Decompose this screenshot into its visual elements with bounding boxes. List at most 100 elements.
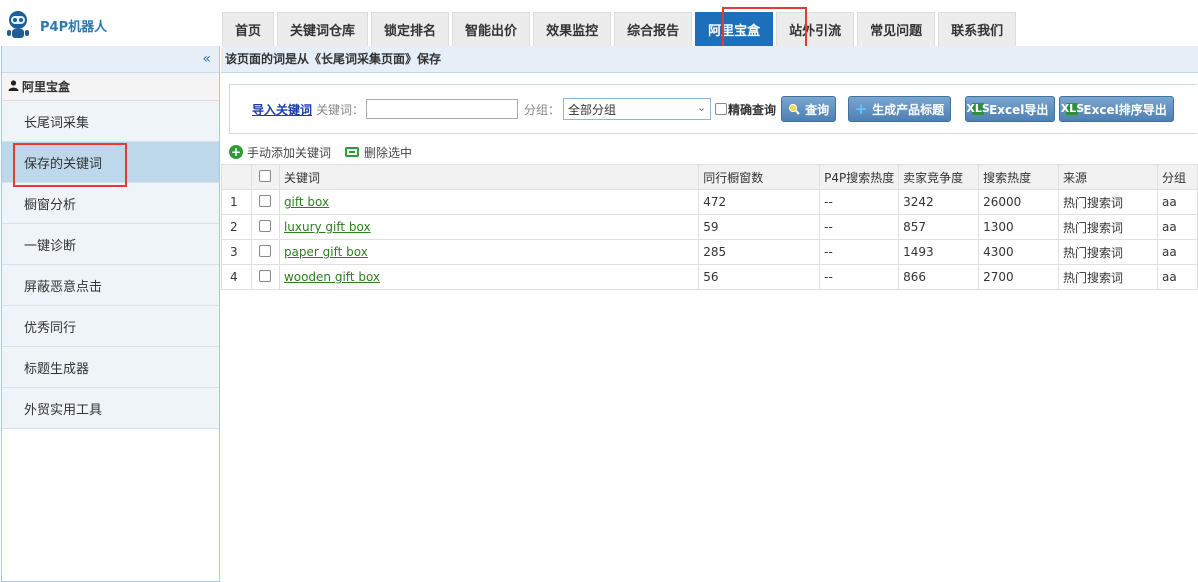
- collapse-icon[interactable]: «: [202, 51, 211, 67]
- sidebar-item-6[interactable]: 标题生成器: [2, 347, 219, 388]
- sidebar-item-1[interactable]: 保存的关键词: [2, 142, 219, 183]
- row-select-cell: [250, 214, 280, 240]
- nav-tab-3[interactable]: 智能出价: [452, 12, 531, 46]
- nav-tab-4[interactable]: 效果监控: [533, 12, 612, 46]
- row-index: 2: [221, 214, 252, 240]
- info-bar: 该页面的词是从《长尾词采集页面》保存: [221, 46, 1198, 73]
- table-row: 1 gift box 472 -- 3242 26000 热门搜索词 aa: [221, 189, 1198, 215]
- row-index: 1: [221, 189, 252, 215]
- keyword-cell: paper gift box: [278, 239, 700, 265]
- add-icon: +: [229, 145, 243, 159]
- excel-icon: XLS: [1060, 102, 1085, 115]
- nav-tab-2[interactable]: 锁定排名: [371, 12, 450, 46]
- cell-windows: 285: [698, 239, 821, 265]
- keyword-link[interactable]: paper gift box: [284, 245, 368, 259]
- sidebar-item-label: 橱窗分析: [24, 197, 77, 213]
- cell-heat: 1300: [978, 214, 1060, 240]
- logo-text: P4P机器人: [40, 19, 108, 35]
- row-select-cell: [250, 264, 280, 290]
- sidebar-item-label: 保存的关键词: [24, 156, 103, 172]
- row-checkbox[interactable]: [259, 269, 272, 282]
- cell-group: aa: [1156, 189, 1198, 215]
- nav-tab-5[interactable]: 综合报告: [614, 12, 693, 46]
- table-header-row: 关键词 同行橱窗数 P4P搜索热度 卖家竞争度 搜索热度 来源 分组: [221, 164, 1198, 190]
- cell-competition: 3242: [898, 189, 980, 215]
- sidebar-item-label: 优秀同行: [24, 320, 77, 336]
- add-keyword-button[interactable]: + 手动添加关键词: [229, 144, 331, 161]
- row-select-cell: [250, 189, 280, 215]
- row-checkbox[interactable]: [259, 219, 272, 232]
- header-windows[interactable]: 同行橱窗数: [698, 164, 821, 190]
- row-select-cell: [250, 239, 280, 265]
- excel-export-button[interactable]: XLS Excel导出: [965, 96, 1056, 122]
- cell-p4p: --: [819, 264, 900, 290]
- logo[interactable]: P4P机器人: [4, 10, 107, 40]
- main-nav: 首页 关键词仓库 锁定排名 智能出价 效果监控 综合报告 阿里宝盒 站外引流 常见问题 联系我们: [222, 12, 1019, 46]
- nav-tab-6[interactable]: 阿里宝盒: [695, 12, 774, 46]
- header-keyword[interactable]: 关键词: [278, 164, 700, 190]
- excel-sort-export-button-label: Excel排序导出: [1083, 102, 1167, 117]
- sidebar-item-label: 外贸实用工具: [24, 402, 103, 418]
- nav-tab-1[interactable]: 关键词仓库: [277, 12, 369, 46]
- keyword-link[interactable]: luxury gift box: [284, 220, 371, 234]
- excel-sort-export-button[interactable]: XLS Excel排序导出: [1059, 96, 1174, 122]
- cell-p4p: --: [819, 214, 900, 240]
- group-select[interactable]: 全部分组 ⌄: [563, 98, 712, 120]
- header-search-heat[interactable]: 搜索热度: [978, 164, 1060, 190]
- cell-p4p: --: [819, 189, 900, 215]
- remove-icon: [345, 147, 360, 157]
- keyword-cell: gift box: [278, 189, 700, 215]
- sidebar-item-0[interactable]: 长尾词采集: [2, 101, 219, 142]
- keyword-link[interactable]: wooden gift box: [284, 270, 380, 284]
- select-all-checkbox[interactable]: [259, 169, 272, 182]
- sidebar-header: 阿里宝盒: [2, 73, 219, 101]
- keyword-input[interactable]: [366, 99, 519, 119]
- sidebar-item-label: 标题生成器: [24, 361, 90, 377]
- table-row: 3 paper gift box 285 -- 1493 4300 热门搜索词 aa: [221, 239, 1198, 265]
- keyword-link[interactable]: gift box: [284, 195, 329, 209]
- row-index: 4: [221, 264, 252, 290]
- main-content: 该页面的词是从《长尾词采集页面》保存 导入关键词 关键词： 分组： 全部分组 ⌄…: [221, 46, 1198, 582]
- add-keyword-label: 手动添加关键词: [247, 145, 332, 160]
- search-icon: [788, 103, 800, 115]
- nav-tab-8[interactable]: 常见问题: [857, 12, 936, 46]
- sidebar-item-label: 长尾词采集: [24, 115, 90, 131]
- nav-tab-7[interactable]: 站外引流: [776, 12, 855, 46]
- cell-source: 热门搜索词: [1058, 239, 1158, 265]
- cell-source: 热门搜索词: [1058, 264, 1158, 290]
- user-icon: [8, 79, 19, 94]
- table-row: 2 luxury gift box 59 -- 857 1300 热门搜索词 aa: [221, 214, 1198, 240]
- query-button[interactable]: 查询: [781, 96, 837, 122]
- generate-title-button-label: 生成产品标题: [872, 102, 945, 117]
- table-body: 1 gift box 472 -- 3242 26000 热门搜索词 aa 2 luxury gi…: [221, 189, 1198, 290]
- nav-tab-9[interactable]: 联系我们: [938, 12, 1017, 46]
- header-p4p-heat[interactable]: P4P搜索热度: [819, 164, 900, 190]
- header-source[interactable]: 来源: [1058, 164, 1158, 190]
- header-competition[interactable]: 卖家竞争度: [898, 164, 980, 190]
- sidebar-item-5[interactable]: 优秀同行: [2, 306, 219, 347]
- cell-p4p: --: [819, 239, 900, 265]
- sidebar-item-4[interactable]: 屏蔽恶意点击: [2, 265, 219, 306]
- cell-competition: 1493: [898, 239, 980, 265]
- keyword-table: 关键词 同行橱窗数 P4P搜索热度 卖家竞争度 搜索热度 来源 分组 1 gift…: [221, 164, 1198, 290]
- cell-source: 热门搜索词: [1058, 214, 1158, 240]
- table-actions: + 手动添加关键词 删除选中: [229, 142, 426, 162]
- cell-windows: 59: [698, 214, 821, 240]
- sidebar-collapse-bar: «: [2, 46, 219, 73]
- sidebar-menu: 长尾词采集保存的关键词 橱窗分析一键诊断 屏蔽恶意点击优秀同行标题生成器外贸实用工具: [2, 101, 219, 429]
- import-keywords-link[interactable]: 导入关键词: [252, 101, 312, 118]
- header-group[interactable]: 分组: [1156, 164, 1198, 190]
- delete-selected-button[interactable]: 删除选中: [345, 144, 412, 161]
- sidebar-item-2[interactable]: 橱窗分析: [2, 183, 219, 224]
- table-row: 4 wooden gift box 56 -- 866 2700 热门搜索词 aa: [221, 264, 1198, 290]
- nav-tab-0[interactable]: 首页: [222, 12, 275, 46]
- excel-export-button-label: Excel导出: [989, 102, 1049, 117]
- chevron-down-icon: ⌄: [696, 101, 707, 114]
- row-checkbox[interactable]: [259, 244, 272, 257]
- sidebar-item-3[interactable]: 一键诊断: [2, 224, 219, 265]
- exact-query-checkbox[interactable]: [715, 103, 728, 115]
- sidebar-item-7[interactable]: 外贸实用工具: [2, 388, 219, 429]
- generate-title-button[interactable]: + 生成产品标题: [848, 96, 952, 122]
- query-button-label: 查询: [805, 102, 830, 117]
- row-checkbox[interactable]: [259, 194, 272, 207]
